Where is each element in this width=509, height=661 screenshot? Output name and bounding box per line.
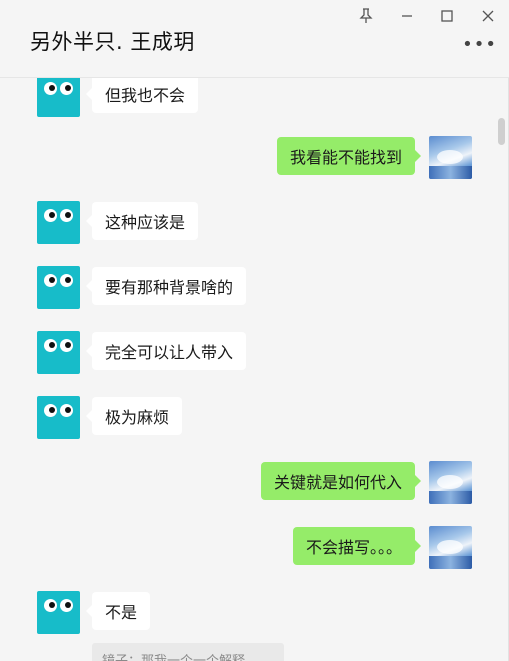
chat-title: 另外半只. 王成玥 — [30, 30, 195, 54]
quoted-message[interactable]: 镜子：那我一个一个解释 — [92, 643, 284, 661]
message-bubble-incoming[interactable]: 不是 — [85, 592, 151, 630]
message-row: 我看能不能找到 — [0, 136, 509, 180]
message-bubble-outgoing[interactable]: 不会描写。。。 — [292, 527, 422, 565]
message-row: 这种应该是 — [0, 201, 509, 245]
close-icon[interactable] — [470, 2, 506, 30]
message-bubble-outgoing[interactable]: 我看能不能找到 — [276, 137, 422, 175]
message-bubble-outgoing[interactable]: 关键就是如何代入 — [260, 462, 422, 500]
message-row: 不是 — [0, 591, 509, 635]
minimize-icon[interactable] — [389, 2, 425, 30]
maximize-icon[interactable] — [429, 2, 465, 30]
message-bubble-incoming[interactable]: 这种应该是 — [85, 202, 199, 240]
self-avatar[interactable] — [429, 461, 472, 504]
message-bubble-incoming[interactable]: 极为麻烦 — [85, 397, 183, 435]
message-bubble-incoming[interactable]: 但我也不会 — [85, 78, 199, 113]
self-avatar[interactable] — [429, 136, 472, 179]
more-options-icon[interactable]: ••• — [462, 36, 497, 54]
contact-avatar[interactable] — [37, 591, 80, 634]
message-row: 要有那种背景啥的 — [0, 266, 509, 310]
contact-avatar[interactable] — [37, 331, 80, 374]
message-row: 但我也不会 — [0, 78, 509, 118]
message-list[interactable]: 但我也不会 我看能不能找到 这种应该是 要有那种背景啥的 完全可以让人带入 极为… — [0, 78, 509, 661]
chat-header: 另外半只. 王成玥 ••• — [0, 0, 509, 78]
self-avatar[interactable] — [429, 526, 472, 569]
chat-window: 另外半只. 王成玥 ••• 但我也不会 我看能不能找到 这种应该是 要有那种背景… — [0, 0, 509, 661]
message-row: 极为麻烦 — [0, 396, 509, 440]
message-bubble-incoming[interactable]: 完全可以让人带入 — [85, 332, 247, 370]
contact-avatar[interactable] — [37, 396, 80, 439]
pin-icon[interactable] — [348, 2, 384, 30]
contact-avatar[interactable] — [37, 78, 80, 117]
message-row: 完全可以让人带入 — [0, 331, 509, 375]
message-row: 关键就是如何代入 — [0, 461, 509, 505]
message-bubble-incoming[interactable]: 要有那种背景啥的 — [85, 267, 247, 305]
quote-row: 镜子：那我一个一个解释 — [0, 643, 509, 661]
contact-avatar[interactable] — [37, 201, 80, 244]
contact-avatar[interactable] — [37, 266, 80, 309]
scrollbar-thumb[interactable] — [498, 118, 505, 145]
message-row: 不会描写。。。 — [0, 526, 509, 570]
